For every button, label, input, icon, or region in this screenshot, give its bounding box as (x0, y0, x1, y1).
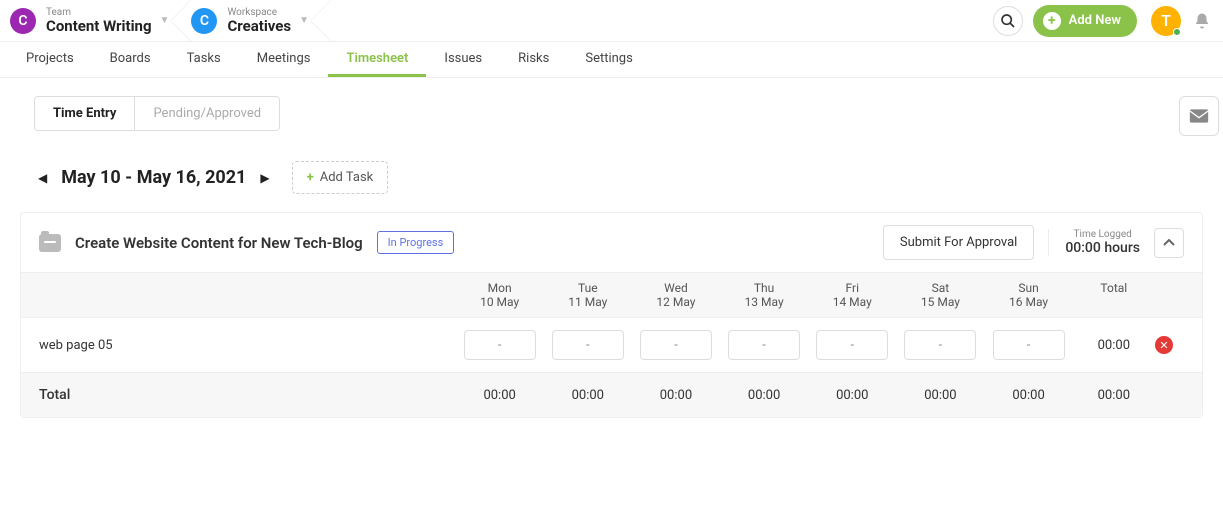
workspace-avatar: C (191, 8, 217, 34)
status-dot (1173, 28, 1181, 36)
day-header: Thu13 May (720, 281, 808, 309)
tab-issues[interactable]: Issues (426, 42, 500, 77)
row-total: 00:00 (1073, 338, 1155, 353)
total-header: Total (1073, 281, 1155, 309)
tab-boards[interactable]: Boards (92, 42, 169, 77)
table-row: web page 05 00:00 ✕ (21, 318, 1202, 373)
chevron-down-icon[interactable]: ▼ (160, 15, 170, 26)
delete-row-button[interactable]: ✕ (1155, 336, 1173, 354)
tab-settings[interactable]: Settings (567, 42, 650, 77)
user-avatar[interactable]: T (1151, 6, 1181, 36)
date-range: May 10 - May 16, 2021 (61, 167, 246, 188)
team-crumb[interactable]: C Team Content Writing ▼ (0, 0, 181, 41)
subtabs: Time Entry Pending/Approved (34, 96, 280, 131)
day-total: 00:00 (808, 388, 896, 403)
add-new-button[interactable]: + Add New (1033, 5, 1137, 37)
workspace-name: Creatives (227, 18, 291, 35)
workspace-crumb[interactable]: C Workspace Creatives ▼ (181, 0, 321, 41)
mail-icon (1189, 108, 1209, 124)
tab-timesheet[interactable]: Timesheet (328, 42, 426, 77)
day-total: 00:00 (544, 388, 632, 403)
day-total: 00:00 (456, 388, 544, 403)
timesheet-panel: Create Website Content for New Tech-Blog… (20, 212, 1203, 418)
next-week-button[interactable]: ▶ (256, 167, 273, 189)
date-row: ◀ May 10 - May 16, 2021 ▶ + Add Task (34, 161, 1205, 194)
day-header: Wed12 May (632, 281, 720, 309)
day-total: 00:00 (984, 388, 1072, 403)
team-name: Content Writing (46, 18, 152, 35)
task-title: Create Website Content for New Tech-Blog (75, 234, 363, 252)
time-input[interactable] (464, 330, 536, 360)
folder-icon (39, 234, 61, 252)
app-header: C Team Content Writing ▼ C Workspace Cre… (0, 0, 1223, 42)
subtab-pending[interactable]: Pending/Approved (134, 97, 279, 130)
time-input[interactable] (640, 330, 712, 360)
bell-icon (1193, 12, 1211, 30)
status-badge: In Progress (377, 231, 455, 254)
plus-icon: + (307, 170, 314, 185)
content-area: Time Entry Pending/Approved ◀ May 10 - M… (0, 78, 1223, 436)
time-input[interactable] (728, 330, 800, 360)
add-new-label: Add New (1069, 13, 1121, 28)
submit-for-approval-button[interactable]: Submit For Approval (883, 225, 1034, 260)
mail-button[interactable] (1179, 96, 1219, 136)
day-header: Mon10 May (456, 281, 544, 309)
day-header: Sat15 May (896, 281, 984, 309)
tab-projects[interactable]: Projects (8, 42, 92, 77)
team-avatar: C (10, 8, 36, 34)
grand-total: 00:00 (1073, 388, 1155, 403)
day-header: Fri14 May (808, 281, 896, 309)
tab-tasks[interactable]: Tasks (169, 42, 239, 77)
prev-week-button[interactable]: ◀ (34, 167, 51, 189)
user-initial: T (1161, 11, 1171, 30)
time-input[interactable] (552, 330, 624, 360)
day-total: 00:00 (896, 388, 984, 403)
time-logged-value: 00:00 hours (1065, 240, 1140, 256)
date-nav: ◀ May 10 - May 16, 2021 ▶ (34, 167, 274, 189)
day-total: 00:00 (720, 388, 808, 403)
main-tabs: Projects Boards Tasks Meetings Timesheet… (0, 42, 1223, 78)
day-total: 00:00 (632, 388, 720, 403)
day-header: Sun16 May (984, 281, 1072, 309)
panel-header: Create Website Content for New Tech-Blog… (21, 213, 1202, 272)
time-logged: Time Logged 00:00 hours (1048, 229, 1140, 256)
total-label: Total (39, 387, 456, 403)
chevron-down-icon[interactable]: ▼ (299, 15, 309, 26)
collapse-button[interactable] (1154, 228, 1184, 258)
grid-header: Mon10 May Tue11 May Wed12 May Thu13 May … (21, 272, 1202, 318)
tab-risks[interactable]: Risks (500, 42, 567, 77)
time-input[interactable] (904, 330, 976, 360)
notifications-button[interactable] (1193, 12, 1211, 30)
tab-meetings[interactable]: Meetings (239, 42, 329, 77)
chevron-up-icon (1163, 239, 1175, 247)
subtab-time-entry[interactable]: Time Entry (35, 97, 134, 130)
day-header: Tue11 May (544, 281, 632, 309)
time-input[interactable] (993, 330, 1065, 360)
add-task-button[interactable]: + Add Task (292, 161, 389, 194)
total-row: Total 00:00 00:00 00:00 00:00 00:00 00:0… (21, 373, 1202, 417)
row-task-name: web page 05 (39, 338, 456, 353)
time-logged-label: Time Logged (1065, 229, 1140, 240)
close-icon: ✕ (1159, 339, 1168, 352)
plus-icon: + (1043, 12, 1061, 30)
search-icon (1000, 13, 1016, 29)
add-task-label: Add Task (320, 170, 374, 185)
time-input[interactable] (816, 330, 888, 360)
search-button[interactable] (993, 6, 1023, 36)
